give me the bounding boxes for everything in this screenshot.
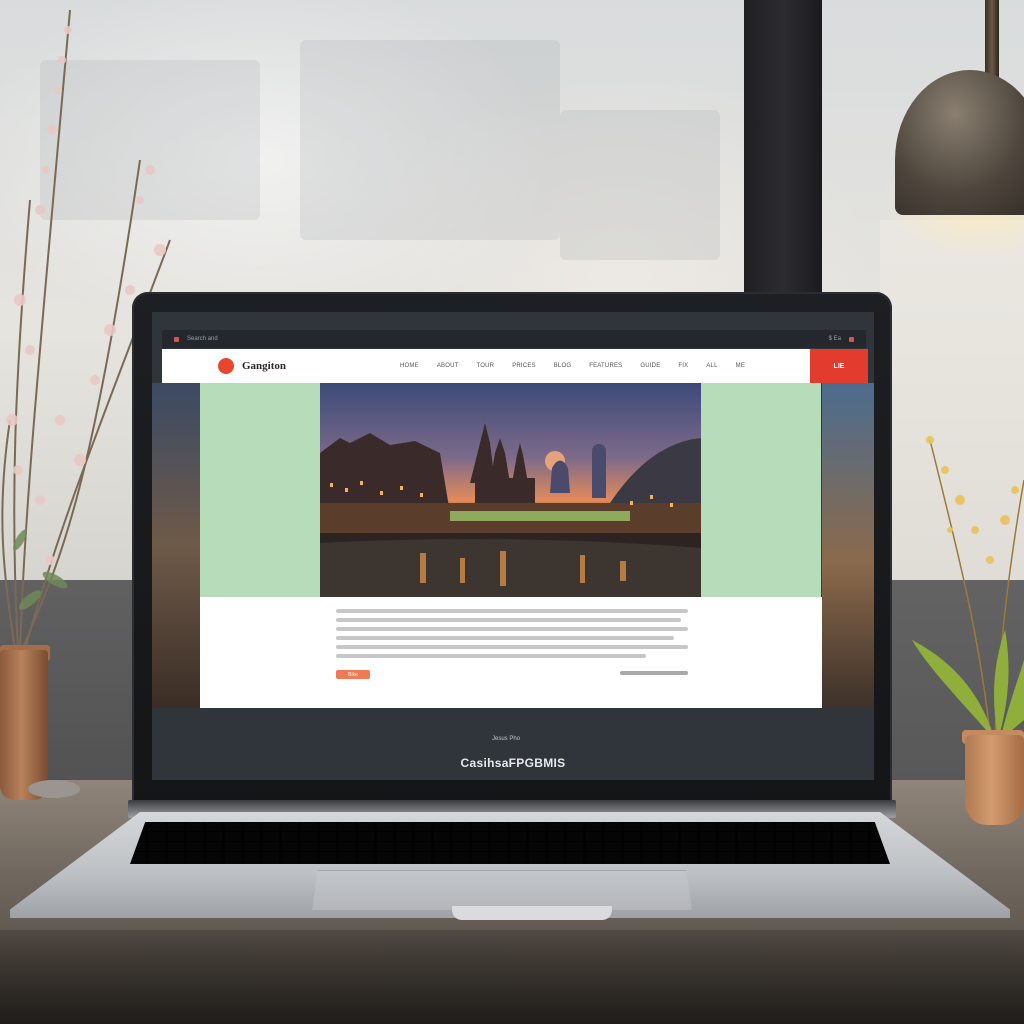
text-line [336, 636, 674, 640]
hero-side-image-right [822, 383, 874, 708]
site-footer: Jesus Pho CasihsaFPGBMIS [152, 708, 874, 780]
top-bar-left-text: Search and [187, 336, 218, 342]
text-line [336, 654, 646, 658]
desk-stone [28, 780, 80, 798]
site-header: Gangiton HOME ABOUT TOUR PRICES BLOG FEA… [162, 349, 810, 383]
hero-cityscape-image[interactable] [320, 383, 701, 597]
laptop-trackpad[interactable] [312, 870, 692, 910]
nav-item[interactable]: BLOG [554, 363, 571, 369]
text-line [336, 645, 688, 649]
hero-side-image-left [152, 383, 200, 708]
photo-scene: Search and $ Ea Gangiton HOME ABOUT TOUR… [0, 0, 1024, 1024]
hero-green-panel-right [701, 383, 821, 597]
header-cta-button[interactable]: LIE [810, 349, 868, 383]
nav-item[interactable]: HOME [400, 363, 419, 369]
flame-logo-icon[interactable] [218, 358, 234, 374]
site-top-bar: Search and $ Ea [162, 330, 866, 348]
text-line [336, 627, 688, 631]
laptop-screen: Search and $ Ea Gangiton HOME ABOUT TOUR… [152, 312, 874, 780]
cityscape-illustration [320, 423, 701, 597]
nav-item[interactable]: PRICES [512, 363, 536, 369]
top-bar-right-text[interactable]: $ Ea [829, 336, 841, 342]
nav-item[interactable]: ALL [706, 363, 717, 369]
laptop-lid-notch [452, 906, 612, 920]
card-meta-text [620, 671, 688, 675]
footer-title: CasihsaFPGBMIS [460, 756, 566, 770]
right-flower-pot [965, 735, 1024, 825]
article-text-block [336, 609, 688, 658]
main-navigation: HOME ABOUT TOUR PRICES BLOG FEATURES GUI… [400, 349, 745, 383]
nav-item[interactable]: FEATURES [589, 363, 622, 369]
top-bar-dot-icon [174, 336, 179, 342]
right-flower-plant [912, 436, 1024, 740]
footer-badge: Jesus Pho [492, 736, 521, 742]
laptop-keyboard[interactable] [130, 822, 890, 864]
text-line [336, 609, 688, 613]
hero-green-panel-left [200, 383, 320, 597]
nav-item[interactable]: TOUR [476, 363, 494, 369]
nav-item[interactable]: ABOUT [437, 363, 459, 369]
hero-section: Bike [152, 383, 874, 708]
top-bar-chevron-icon[interactable] [849, 336, 854, 342]
site-logo-text[interactable]: Gangiton [242, 360, 286, 372]
text-line [336, 618, 681, 622]
nav-item[interactable]: GUIDE [640, 363, 660, 369]
content-card: Bike [200, 597, 822, 708]
read-more-button[interactable]: Bike [336, 670, 370, 679]
left-flower-pot [0, 650, 48, 800]
top-bar-left: Search and [174, 336, 218, 342]
nav-item[interactable]: ME [736, 363, 745, 369]
nav-item[interactable]: FIX [678, 363, 688, 369]
top-bar-right: $ Ea [829, 336, 854, 342]
